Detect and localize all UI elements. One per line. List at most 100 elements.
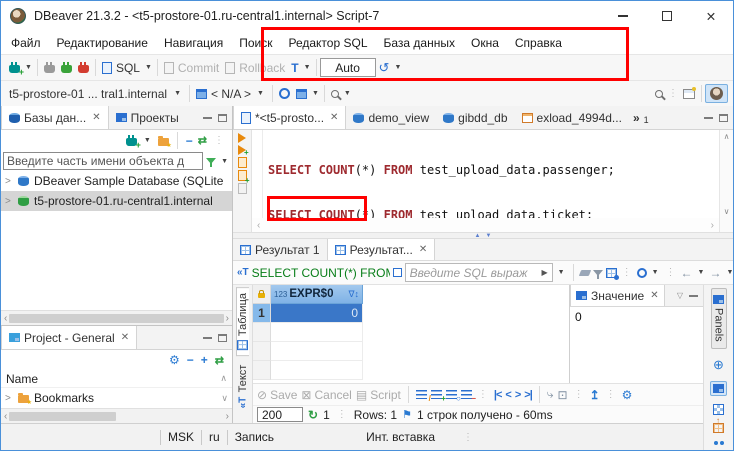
filter-funnel-icon[interactable] bbox=[206, 158, 216, 164]
project-settings-gear-icon[interactable]: ⚙ bbox=[169, 353, 180, 367]
calc-panel-icon[interactable] bbox=[713, 423, 724, 433]
quick-search-dropdown[interactable]: ▼ bbox=[344, 90, 351, 97]
dbeaver-perspective-button[interactable] bbox=[705, 84, 728, 103]
tab-result-1[interactable]: Результат 1 bbox=[233, 239, 327, 260]
references-panel-icon[interactable] bbox=[714, 441, 724, 445]
scroll-up-icon[interactable]: ∧ bbox=[724, 132, 730, 141]
grid-options-icon[interactable] bbox=[606, 268, 617, 278]
fetch-all-icon[interactable]: ⊡ bbox=[558, 388, 568, 402]
value-viewer-panel-icon[interactable] bbox=[710, 381, 727, 396]
value-panel-menu-icon[interactable]: ▽ bbox=[677, 291, 683, 300]
scroll-thumb[interactable] bbox=[9, 314, 223, 323]
tab-project-general[interactable]: Project - General ✕ bbox=[1, 326, 137, 349]
dashboard-button[interactable] bbox=[276, 86, 293, 101]
menu-sql-editor[interactable]: Редактор SQL bbox=[288, 36, 367, 50]
scroll-left-icon[interactable]: ‹ bbox=[4, 411, 7, 422]
new-sql-editor-button[interactable]: SQL bbox=[99, 59, 143, 77]
references-icon[interactable] bbox=[637, 268, 647, 278]
sql-editor-dropdown[interactable]: ▼ bbox=[145, 64, 152, 71]
column-filter-sort-icon[interactable]: ∇↕ bbox=[348, 289, 359, 300]
project-link-icon[interactable]: ⇄ bbox=[215, 354, 224, 367]
commit-button[interactable]: Commit bbox=[161, 59, 222, 77]
nav-back-icon[interactable]: ← bbox=[681, 266, 693, 280]
object-filter-input[interactable]: Введите часть имени объекта д bbox=[3, 152, 203, 170]
scroll-left-icon[interactable]: ‹ bbox=[4, 313, 7, 324]
editor-tab-close-icon[interactable]: ✕ bbox=[330, 112, 338, 123]
nav-new-connection-dropdown[interactable]: ▼ bbox=[144, 137, 151, 144]
nav-new-connection-icon[interactable]: + bbox=[126, 138, 137, 146]
link-editor-icon[interactable]: ⇄ bbox=[198, 134, 207, 147]
first-row-icon[interactable]: |< bbox=[494, 389, 502, 401]
tree-item-bookmarks[interactable]: > Bookmarks ∨ bbox=[1, 388, 232, 408]
prev-row-icon[interactable]: < bbox=[505, 389, 510, 401]
language-indicator[interactable]: ru bbox=[209, 430, 220, 444]
custom-filter-icon[interactable] bbox=[593, 270, 603, 276]
navigator-hscrollbar[interactable]: ‹ › bbox=[1, 310, 232, 325]
editor-maximize-icon[interactable] bbox=[719, 114, 728, 122]
reconnect-button[interactable] bbox=[58, 60, 75, 75]
script-button[interactable]: ▤ Script bbox=[356, 388, 401, 402]
compare-button[interactable] bbox=[293, 87, 310, 101]
maximize-button[interactable] bbox=[645, 1, 689, 31]
metadata-panel-icon[interactable]: ⊕ bbox=[713, 357, 724, 373]
sash-down-icon[interactable]: ▼ bbox=[486, 233, 492, 239]
navigator-minimize-icon[interactable] bbox=[203, 116, 212, 119]
project-maximize-icon[interactable] bbox=[218, 334, 227, 342]
tab-gibdd-db[interactable]: gibdd_db bbox=[436, 106, 514, 129]
menu-navigation[interactable]: Навигация bbox=[164, 36, 223, 50]
save-button[interactable]: ⊘ Save bbox=[257, 388, 297, 402]
project-expand-icon[interactable]: + bbox=[201, 353, 208, 367]
aggregate-panel-icon[interactable] bbox=[713, 404, 724, 415]
empty-cell[interactable] bbox=[271, 361, 363, 380]
scroll-right-icon[interactable]: › bbox=[711, 220, 714, 231]
delete-row-icon[interactable]: − bbox=[461, 390, 472, 399]
nav-forward-icon[interactable]: → bbox=[709, 266, 721, 280]
menu-database[interactable]: База данных bbox=[384, 36, 455, 50]
menu-search[interactable]: Поиск bbox=[239, 36, 272, 50]
vscroll-down-icon[interactable]: ∨ bbox=[221, 393, 228, 404]
empty-cell[interactable] bbox=[271, 323, 363, 342]
scroll-right-icon[interactable]: › bbox=[226, 411, 229, 422]
open-perspective-button[interactable] bbox=[680, 87, 698, 101]
fetch-size-input[interactable]: 200 bbox=[257, 407, 303, 422]
tab-text-presentation[interactable]: «T Текст bbox=[237, 360, 249, 413]
nav-forward-dropdown[interactable]: ▼ bbox=[726, 269, 733, 276]
tab-value[interactable]: Значение ✕ bbox=[570, 285, 665, 306]
nav-view-menu-icon[interactable]: ⋮ bbox=[214, 135, 224, 146]
minimize-button[interactable] bbox=[601, 1, 645, 31]
execute-statement-icon[interactable] bbox=[238, 133, 246, 143]
disconnect-button[interactable] bbox=[41, 60, 58, 75]
filter-apply-icon[interactable]: ▶ bbox=[542, 268, 548, 277]
tab-result-2[interactable]: Результат... ✕ bbox=[327, 239, 436, 260]
sql-line-1[interactable]: SELECT COUNT(*) FROM test_upload_data.pa… bbox=[263, 162, 719, 179]
project-minimize-icon[interactable] bbox=[203, 336, 212, 339]
new-connection-dropdown[interactable]: ▼ bbox=[25, 64, 32, 71]
new-connection-button[interactable]: + bbox=[6, 60, 23, 75]
query-history-button[interactable]: ↺ bbox=[376, 58, 393, 78]
refresh-icon[interactable]: ↻ bbox=[308, 408, 318, 422]
result-filter-input[interactable]: Введите SQL выраж ▶ bbox=[405, 263, 553, 282]
execute-script-icon[interactable] bbox=[238, 157, 247, 168]
tree-item-t5-prostore[interactable]: > t5-prostore-01.ru-central1.internal bbox=[1, 191, 232, 211]
expand-query-icon[interactable] bbox=[393, 268, 402, 277]
value-panel-minimize-icon[interactable] bbox=[689, 294, 698, 297]
vscroll-up-icon[interactable]: ∧ bbox=[220, 373, 227, 384]
project-tab-close-icon[interactable]: ✕ bbox=[121, 332, 129, 343]
editor-minimize-icon[interactable] bbox=[704, 116, 713, 119]
menu-help[interactable]: Справка bbox=[515, 36, 562, 50]
editor-tab-overflow[interactable]: » 1 bbox=[629, 106, 653, 129]
panels-toggle-button[interactable]: Panels bbox=[711, 288, 727, 349]
edit-cell-icon[interactable]: / bbox=[416, 390, 427, 399]
clear-filter-icon[interactable] bbox=[578, 270, 590, 276]
close-button[interactable]: ✕ bbox=[689, 1, 733, 31]
menu-window[interactable]: Окна bbox=[471, 36, 499, 50]
result-tab-close-icon[interactable]: ✕ bbox=[419, 244, 427, 255]
schema-selector[interactable]: < N/A > ▼ bbox=[193, 85, 269, 103]
nav-back-dropdown[interactable]: ▼ bbox=[698, 269, 705, 276]
grid-corner-cell[interactable] bbox=[253, 285, 271, 304]
empty-cell[interactable] bbox=[271, 342, 363, 361]
tab-demo-view[interactable]: demo_view bbox=[346, 106, 436, 129]
tab-script-7[interactable]: *<t5-prosto... ✕ bbox=[233, 106, 346, 129]
result-filter-dropdown[interactable]: ▼ bbox=[558, 269, 565, 276]
column-header-expr0[interactable]: 123 EXPR$0 ∇↕ bbox=[271, 285, 363, 304]
